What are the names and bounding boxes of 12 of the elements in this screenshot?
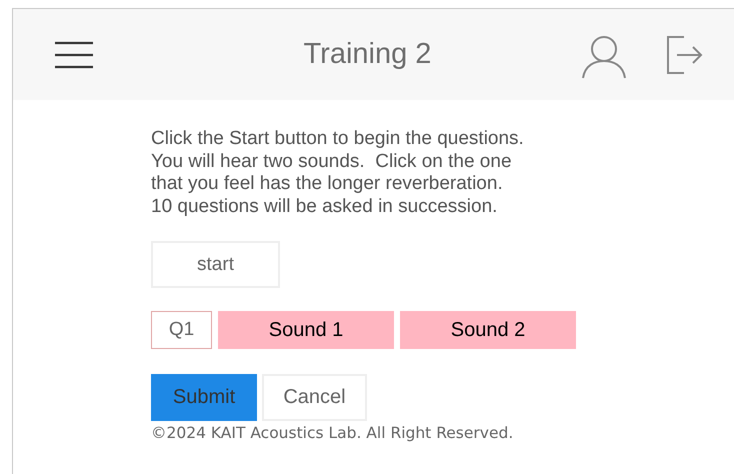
user-icon[interactable] bbox=[581, 34, 627, 78]
question-label: Q1 bbox=[151, 311, 212, 349]
cancel-button[interactable]: Cancel bbox=[262, 374, 367, 421]
sound-button[interactable]: Sound 2 bbox=[400, 311, 576, 349]
start-button[interactable]: start bbox=[151, 241, 280, 288]
copyright-text: ©2024 KAIT Acoustics Lab. All Right Reserved. bbox=[151, 424, 514, 442]
page-title: Training 2 bbox=[302, 38, 432, 71]
menu-icon[interactable] bbox=[54, 40, 94, 68]
sound-button[interactable]: Sound 1 bbox=[218, 311, 394, 349]
submit-button[interactable]: Submit bbox=[151, 374, 257, 421]
logout-icon[interactable] bbox=[667, 36, 703, 74]
instructions-text: Click the Start button to begin the questions. You will hear two sounds. Click on the one that you feel has the longer reverberation. 10 questions will be asked in succession. bbox=[151, 128, 525, 218]
